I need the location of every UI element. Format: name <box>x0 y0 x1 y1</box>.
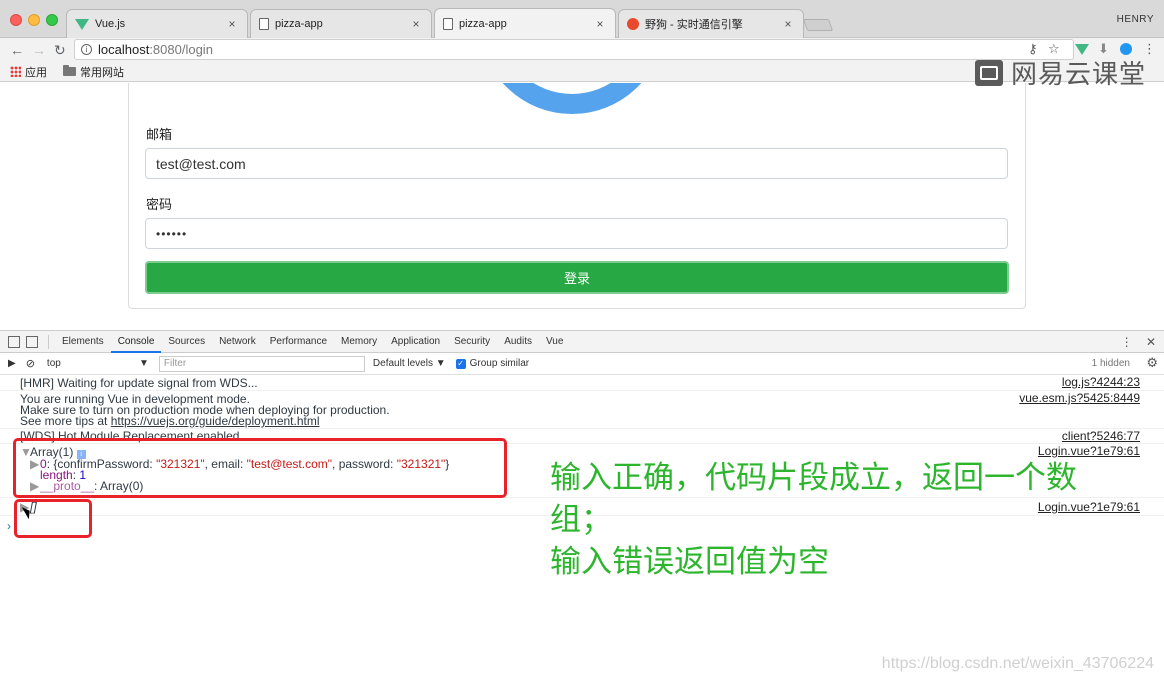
tab-application[interactable]: Application <box>384 331 447 353</box>
window-minimize-button[interactable] <box>28 14 40 26</box>
source-link[interactable]: Login.vue?1e79:61 <box>1038 445 1140 457</box>
more-options-icon[interactable]: ⋮ <box>1121 335 1133 349</box>
context-select[interactable]: top ▼ <box>43 356 153 372</box>
close-devtools-icon[interactable]: ✕ <box>1146 335 1156 349</box>
highlight-box-array <box>13 438 507 498</box>
console-text: See more tips at https://vuejs.org/guide… <box>20 414 1164 428</box>
bookmark-apps[interactable]: 应用 <box>10 64 47 80</box>
console-filter-input[interactable]: Filter <box>158 355 365 372</box>
password-field[interactable]: •••••• <box>145 218 1008 249</box>
hidden-count: 1 hidden <box>1091 358 1130 369</box>
annotation-text: 输入正确，代码片段成立，返回一个数组； 输入错误返回值为空 <box>550 457 1130 583</box>
source-link[interactable]: vue.esm.js?5425:8449 <box>1019 392 1140 404</box>
inspect-element-icon[interactable] <box>8 335 20 348</box>
tab-title: 野狗 - 实时通信引擎 <box>645 19 743 31</box>
forward-arrow-icon[interactable]: → <box>32 42 46 58</box>
info-icon[interactable]: i <box>81 44 92 55</box>
wilddog-icon <box>627 18 639 30</box>
bookmark-folder-common-sites[interactable]: 常用网站 <box>63 64 124 80</box>
browser-tab-vuejs[interactable]: Vue.js × <box>66 9 248 38</box>
show-sidebar-icon[interactable]: ▶ <box>8 358 16 369</box>
console-text: [HMR] Waiting for update signal from WDS… <box>20 376 258 390</box>
console-text: See more tips at <box>20 414 111 428</box>
tab-title: pizza-app <box>459 17 507 30</box>
console-message-vue: You are running Vue in development mode.… <box>0 392 1164 429</box>
tab-audits[interactable]: Audits <box>497 331 539 353</box>
bookmark-label: 应用 <box>25 66 47 79</box>
email-label: 邮箱 <box>146 127 173 142</box>
log-levels-dropdown[interactable]: Default levels ▼ <box>373 358 446 369</box>
clear-console-icon[interactable]: ⊘ <box>26 357 35 370</box>
tab-vue[interactable]: Vue <box>539 331 570 353</box>
device-toolbar-icon[interactable] <box>26 335 38 348</box>
context-value: top <box>46 358 61 369</box>
devtools-controls: ⋮ ✕ <box>1121 335 1156 349</box>
new-tab-button[interactable] <box>802 19 834 31</box>
bookmark-label: 常用网站 <box>80 66 124 79</box>
tab-network[interactable]: Network <box>212 331 263 353</box>
window-zoom-button[interactable] <box>46 14 58 26</box>
tab-console[interactable]: Console <box>110 331 162 353</box>
annotation-line-1: 输入正确，代码片段成立，返回一个数组； <box>550 460 1077 538</box>
tab-title: Vue.js <box>95 18 126 30</box>
console-filter-bar: ▶ ⊘ top ▼ Filter Default levels ▼ ✓ Grou… <box>0 353 1164 375</box>
watermark-url: https://blog.csdn.net/weixin_43706224 <box>881 655 1154 672</box>
tab-sources[interactable]: Sources <box>161 331 212 353</box>
chevron-down-icon: ▼ <box>139 358 149 369</box>
tab-title: pizza-app <box>275 18 323 30</box>
tab-security[interactable]: Security <box>447 331 497 353</box>
url-path: :8080/login <box>149 42 213 57</box>
close-icon[interactable]: × <box>225 17 239 31</box>
password-label: 密码 <box>146 197 173 212</box>
address-bar[interactable]: i localhost :8080/login <box>74 39 1074 60</box>
close-icon[interactable]: × <box>409 17 423 31</box>
folder-icon <box>63 65 76 76</box>
window-close-button[interactable] <box>10 14 22 26</box>
watermark-text: 网易云课堂 <box>1011 59 1147 89</box>
profile-name[interactable]: HENRY <box>1117 14 1154 25</box>
tab-memory[interactable]: Memory <box>334 331 384 353</box>
watermark-logo: 网易云课堂 <box>975 54 1146 91</box>
source-link[interactable]: client?5246:77 <box>1062 430 1140 442</box>
group-similar-checkbox[interactable]: ✓ <box>455 358 466 369</box>
url-host: localhost <box>98 42 150 57</box>
annotation-line-2: 输入错误返回值为空 <box>550 544 829 580</box>
reload-icon[interactable]: ↻ <box>54 42 66 58</box>
back-arrow-icon[interactable]: ← <box>10 42 24 58</box>
browser-tab-pizza-app-2[interactable]: pizza-app × <box>434 8 616 38</box>
console-message-hmr: [HMR] Waiting for update signal from WDS… <box>0 376 1164 391</box>
tab-elements[interactable]: Elements <box>55 331 111 353</box>
browser-tab-wilddog[interactable]: 野狗 - 实时通信引擎 × <box>618 9 804 38</box>
deployment-link[interactable]: https://vuejs.org/guide/deployment.html <box>111 414 320 428</box>
email-field[interactable]: test@test.com <box>145 148 1008 179</box>
browser-tab-bar: Vue.js × pizza-app × pizza-app × 野狗 - 实时… <box>0 0 1164 38</box>
browser-tab-pizza-app-1[interactable]: pizza-app × <box>250 9 432 38</box>
close-icon[interactable]: × <box>781 17 795 31</box>
document-icon <box>443 17 453 30</box>
page-viewport: 邮箱 test@test.com 密码 •••••• 登录 <box>0 83 1164 330</box>
close-icon[interactable]: × <box>593 17 607 31</box>
source-link[interactable]: log.js?4244:23 <box>1062 376 1140 388</box>
vue-icon <box>75 18 89 30</box>
apps-grid-icon <box>10 66 21 77</box>
console-prompt-icon[interactable]: › <box>7 519 11 533</box>
login-button[interactable]: 登录 <box>145 261 1009 294</box>
divider <box>48 334 49 349</box>
group-similar-label: Group similar <box>469 358 530 369</box>
document-icon <box>259 18 269 30</box>
netease-cloud-classroom-icon <box>975 59 1003 86</box>
tab-performance[interactable]: Performance <box>263 331 334 353</box>
devtools-tab-bar: Elements Console Sources Network Perform… <box>0 331 1164 353</box>
gear-icon[interactable]: ⚙ <box>1146 355 1158 371</box>
